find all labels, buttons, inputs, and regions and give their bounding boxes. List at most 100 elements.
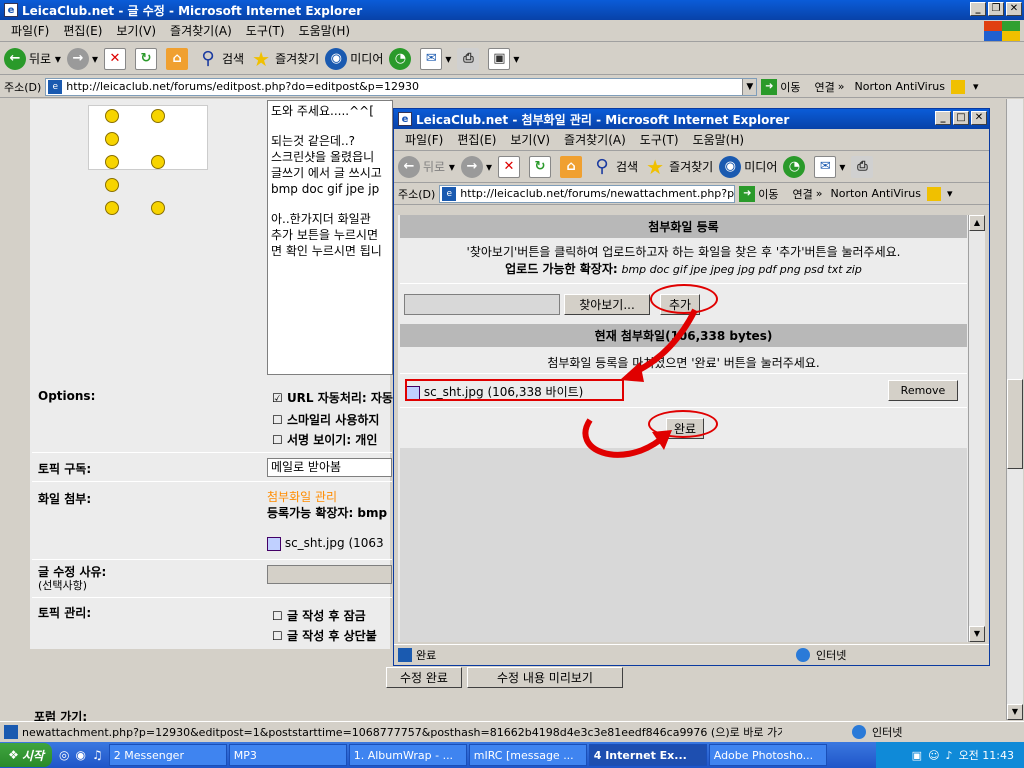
grin-icon[interactable] [105,155,119,169]
popup-close-button[interactable]: ✕ [971,111,987,125]
links-button[interactable]: 연결 [815,79,835,95]
popup-menu-favorites[interactable]: 즐겨찾기(A) [557,131,633,148]
menu-tools[interactable]: 도구(T) [239,22,292,39]
stop-button[interactable]: ✕ [103,47,129,70]
popup-print-button[interactable]: ⎙ [851,155,876,178]
popup-norton-button[interactable]: Norton AntiVirus [831,187,921,200]
popup-menu-view[interactable]: 보기(V) [503,131,557,148]
popup-scroll-up-icon[interactable]: ▲ [969,215,985,231]
menu-file[interactable]: 파일(F) [4,22,56,39]
print-button[interactable]: ⎙ [457,47,482,70]
close-after-post-option[interactable]: ☐ 글 작성 후 잠금 [272,607,366,624]
tray-network-icon[interactable]: ▣ [912,749,922,762]
norton-button[interactable]: Norton AntiVirus [855,80,945,93]
sticky-after-post-option[interactable]: ☐ 글 작성 후 상단붙 [272,627,377,644]
close-button[interactable]: ✕ [1006,2,1022,16]
popup-stop-button[interactable]: ✕ [497,155,523,178]
popup-forward-button[interactable]: → ▾ [460,155,492,178]
tray-volume-icon[interactable]: ♪ [946,749,953,762]
popup-menu-file[interactable]: 파일(F) [398,131,450,148]
reason-sublabel: (선택사항) [38,579,88,592]
popup-menu-tools[interactable]: 도구(T) [633,131,686,148]
popup-refresh-button[interactable]: ↻ [528,155,554,178]
main-scroll-thumb[interactable] [1007,379,1023,469]
menu-edit[interactable]: 편집(E) [56,22,109,39]
address-input[interactable]: e http://leicaclub.net/forums/editpost.p… [45,77,758,96]
mail-button[interactable]: ✉ ▾ [420,47,451,70]
popup-menu-edit[interactable]: 편집(E) [450,131,503,148]
task-mp3[interactable]: MP3 [228,744,347,766]
menu-favorites[interactable]: 즐겨찾기(A) [163,22,239,39]
taskbar: ❖ 시작 ◎ ◉ ♫ 2 Messenger MP3 1. AlbumWrap -… [0,742,1024,768]
history-button[interactable]: ◔ [389,47,414,70]
happy-icon[interactable] [151,201,165,215]
minimize-button[interactable]: _ [970,2,986,16]
back-button[interactable]: ← 뒤로 ▾ [4,47,61,70]
search-button[interactable]: ⚲ 검색 [197,48,244,70]
disable-smilies-option[interactable]: ☐ 스마일리 사용하지 [272,411,379,428]
popup-search-button[interactable]: ⚲ 검색 [591,156,638,178]
popup-links-button[interactable]: 연결 [793,186,813,202]
url-parse-option[interactable]: ☑ URL 자동처리: 자동 [272,389,393,406]
mad-icon[interactable] [105,132,119,146]
forward-button[interactable]: → ▾ [66,47,98,70]
popup-back-button[interactable]: ← 뒤로 ▾ [398,155,455,178]
preview-edit-button[interactable]: 수정 내용 미리보기 [467,667,623,688]
popup-maximize-button[interactable]: □ [953,111,969,125]
show-signature-option[interactable]: ☐ 서명 보이기: 개인 [272,431,377,448]
popup-favorites-button[interactable]: ★ 즐겨찾기 [644,155,713,179]
task-mirc[interactable]: mIRC [message ... [468,744,587,766]
editor-line: 도와 주세요.....^^[ [271,104,374,118]
menu-view[interactable]: 보기(V) [109,22,163,39]
start-button[interactable]: ❖ 시작 [0,743,52,767]
subscribe-select[interactable]: 메일로 받아봄 [267,458,392,477]
task-photoshop[interactable]: Adobe Photosho... [708,744,827,766]
remove-button[interactable]: Remove [888,380,958,401]
popup-media-button[interactable]: ◉ 미디어 [719,155,777,178]
task-messenger[interactable]: 2 Messenger [108,744,227,766]
quicklaunch-ie-icon[interactable]: ◎ [59,748,69,762]
popup-titlebar[interactable]: e LeicaClub.net - 첨부화일 관리 - Microsoft In… [394,109,989,129]
main-titlebar[interactable]: e LeicaClub.net - 글 수정 - Microsoft Inter… [0,0,1024,20]
attach-label: 화일 첨부: [38,492,92,506]
manage-attachments-link[interactable]: 첨부화일 관리 [267,488,337,505]
scroll-down-arrow-icon[interactable]: ▼ [1007,704,1023,720]
smile-icon[interactable] [105,109,119,123]
cool-icon[interactable] [105,178,119,192]
tray-messenger-icon[interactable]: ☺ [928,749,939,762]
quicklaunch-media-icon[interactable]: ♫ [92,748,103,762]
attached-file[interactable]: sc_sht.jpg (1063 [267,536,384,551]
main-scrollbar[interactable]: ▼ [1006,99,1023,720]
favorites-button[interactable]: ★ 즐겨찾기 [250,47,319,71]
file-path-input[interactable] [404,294,560,315]
submit-edit-button[interactable]: 수정 완료 [386,667,462,688]
refresh-button[interactable]: ↻ [134,47,160,70]
wink-icon[interactable] [105,201,119,215]
popup-home-button[interactable]: ⌂ [559,155,585,178]
frown-icon[interactable] [151,109,165,123]
popup-menu-help[interactable]: 도움말(H) [686,131,752,148]
message-textarea[interactable]: 도와 주세요.....^^[ 되는것 같은데..? 스크린샷을 올렸읍니 글쓰기… [267,100,393,375]
task-albumwrap[interactable]: 1. AlbumWrap - ... [348,744,467,766]
popup-address-input[interactable]: e http://leicaclub.net/forums/newattachm… [439,184,736,203]
address-dropdown-icon[interactable]: ▼ [742,78,757,95]
menu-help[interactable]: 도움말(H) [292,22,358,39]
home-button[interactable]: ⌂ [165,47,191,70]
media-button[interactable]: ◉ 미디어 [325,47,383,70]
restore-button[interactable]: ❐ [988,2,1004,16]
popup-mail-button[interactable]: ✉ ▾ [814,155,845,178]
confused-icon[interactable] [151,155,165,169]
popup-scrollbar[interactable]: ▲ ▼ [968,215,985,642]
editor-line: 아..한가지더 화일관 [271,212,371,226]
history-icon: ◔ [389,47,412,70]
popup-history-button[interactable]: ◔ [783,155,808,178]
popup-go-button[interactable]: ➜ 이동 [739,185,779,202]
edit-button[interactable]: ▣ ▾ [488,47,519,70]
quicklaunch-browser-icon[interactable]: ◉ [75,748,85,762]
popup-minimize-button[interactable]: _ [935,111,951,125]
editor-line: 면 확인 누르시면 됩니 [271,244,382,258]
reason-input[interactable] [267,565,392,584]
go-button[interactable]: ➜ 이동 [761,78,801,95]
task-internet-explorer[interactable]: 4 Internet Ex... [588,744,707,766]
popup-scroll-down-icon[interactable]: ▼ [969,626,985,642]
